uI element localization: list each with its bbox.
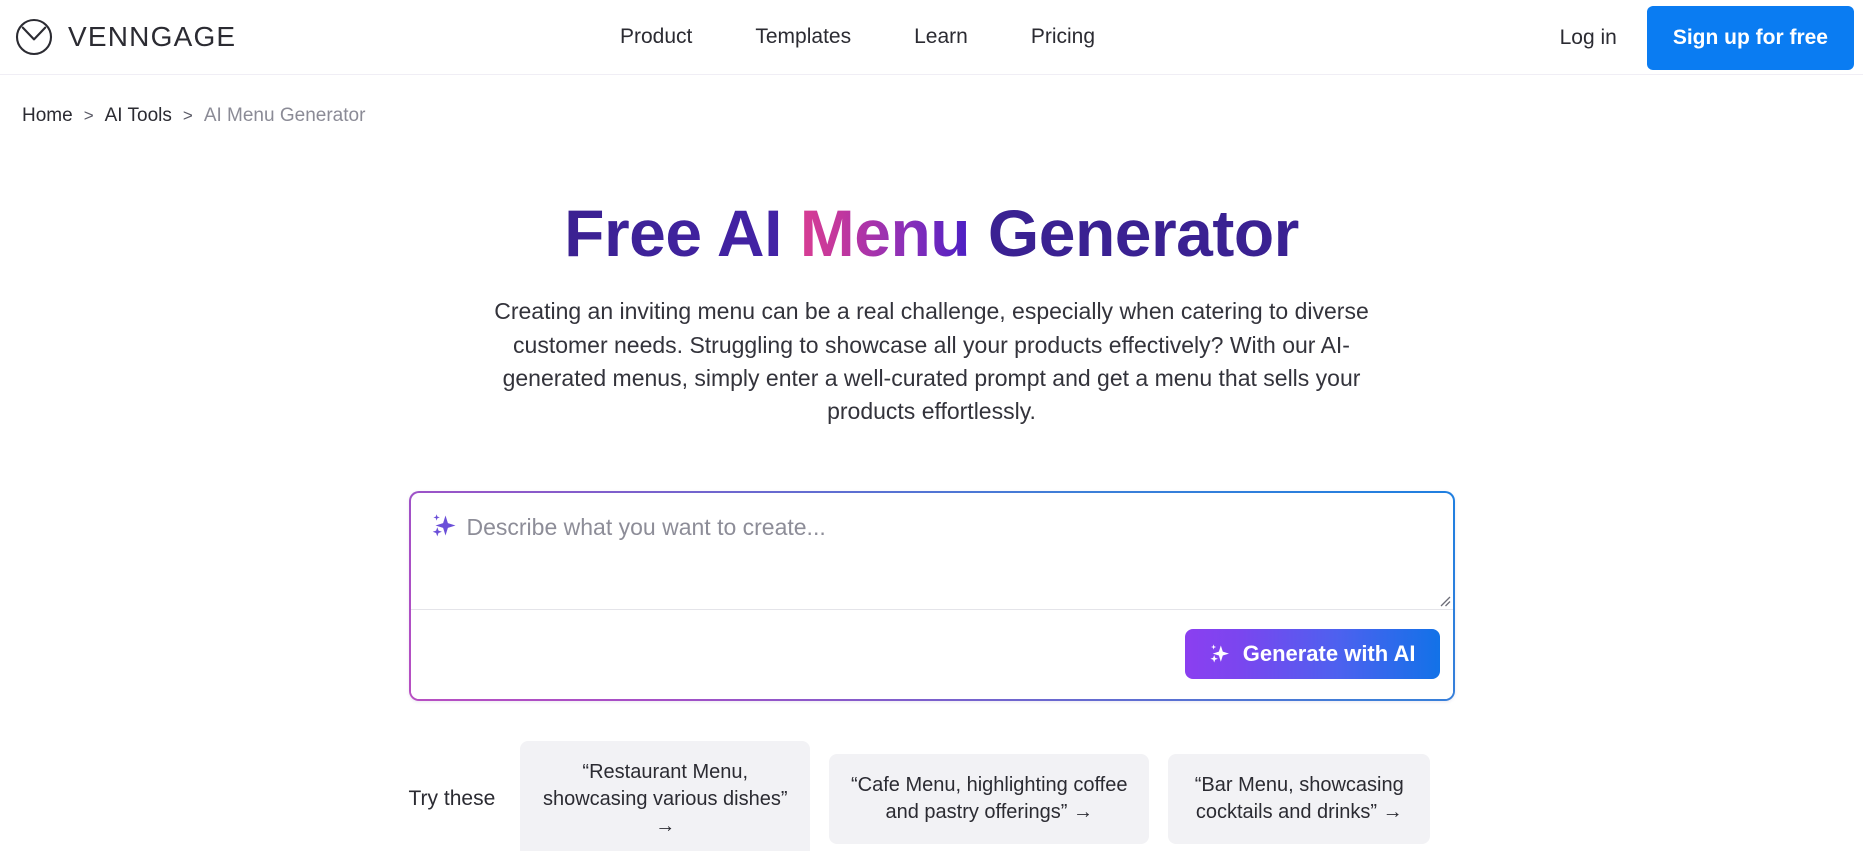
prompt-box-inner: Generate with AI bbox=[410, 492, 1453, 699]
prompt-input[interactable] bbox=[410, 492, 1453, 609]
suggestion-chip-bar[interactable]: “Bar Menu, showcasing cocktails and drin… bbox=[1168, 754, 1431, 845]
site-header: VENNGAGE Product Templates Learn Pricing… bbox=[0, 0, 1863, 75]
brand-name: VENNGAGE bbox=[68, 21, 237, 52]
generate-button-label: Generate with AI bbox=[1242, 641, 1416, 667]
breadcrumb-separator: > bbox=[83, 106, 94, 125]
brand-logo-link[interactable]: VENNGAGE bbox=[0, 17, 236, 57]
breadcrumb-separator: > bbox=[182, 106, 193, 125]
suggestion-chip-restaurant[interactable]: “Restaurant Menu, showcasing various dis… bbox=[520, 740, 811, 851]
page-title: Free AI Menu Generator bbox=[564, 196, 1299, 270]
signup-button[interactable]: Sign up for free bbox=[1646, 5, 1854, 70]
login-link[interactable]: Log in bbox=[1560, 26, 1647, 50]
nav-item-learn[interactable]: Learn bbox=[914, 25, 968, 49]
try-these-row: Try these “Restaurant Menu, showcasing v… bbox=[408, 740, 1455, 851]
page-subtitle: Creating an inviting menu can be a real … bbox=[494, 298, 1369, 425]
breadcrumb: Home > AI Tools > AI Menu Generator bbox=[0, 75, 1863, 127]
prompt-field bbox=[410, 492, 1453, 610]
breadcrumb-item-ai-tools[interactable]: AI Tools bbox=[105, 105, 172, 127]
venngage-circle-chevron-logo-icon bbox=[14, 17, 54, 57]
sparkle-icon bbox=[1205, 641, 1231, 667]
nav-item-pricing[interactable]: Pricing bbox=[1031, 25, 1095, 49]
prompt-actions: Generate with AI bbox=[410, 609, 1453, 699]
main-content: Free AI Menu Generator Creating an invit… bbox=[0, 127, 1863, 851]
page-title-part-highlight: Menu bbox=[799, 196, 971, 270]
try-these-label: Try these bbox=[408, 787, 496, 811]
suggestion-chip-cafe[interactable]: “Cafe Menu, highlighting coffee and past… bbox=[829, 754, 1150, 845]
breadcrumb-item-current: AI Menu Generator bbox=[203, 105, 366, 126]
nav-item-product[interactable]: Product bbox=[620, 25, 692, 49]
page-title-part-1: Free AI bbox=[564, 196, 800, 270]
generate-with-ai-button[interactable]: Generate with AI bbox=[1184, 629, 1440, 680]
page-title-part-3: Generator bbox=[970, 196, 1299, 270]
nav-item-templates[interactable]: Templates bbox=[755, 25, 851, 49]
prompt-box: Generate with AI bbox=[408, 490, 1455, 701]
breadcrumb-item-home[interactable]: Home bbox=[22, 105, 73, 127]
primary-nav: Product Templates Learn Pricing bbox=[620, 25, 1095, 49]
header-actions: Log in Sign up for free bbox=[1560, 0, 1863, 75]
